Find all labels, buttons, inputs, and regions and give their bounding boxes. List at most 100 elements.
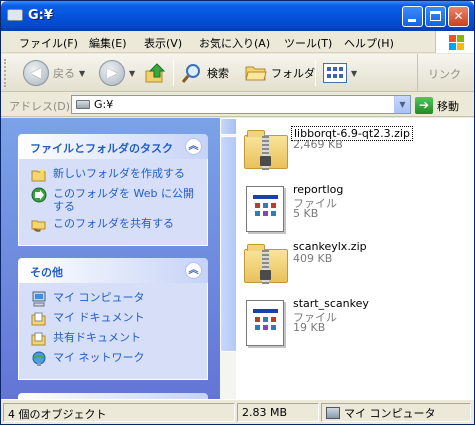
close-button[interactable]: ✕ xyxy=(448,6,469,27)
file-icon xyxy=(244,300,288,346)
place-my-network-label: マイ ネットワーク xyxy=(53,351,145,364)
scroll-thumb[interactable] xyxy=(220,136,237,352)
file-item[interactable]: scankeylx.zip 409 KB xyxy=(241,239,451,295)
menu-view[interactable]: 表示(V) xyxy=(144,35,182,51)
views-icon xyxy=(323,63,347,83)
go-button[interactable]: ➔ 移動 xyxy=(415,96,459,115)
place-my-documents[interactable]: マイ ドキュメント xyxy=(31,311,197,327)
toolbar-grip[interactable] xyxy=(4,59,7,87)
task-pane-scrollbar[interactable] xyxy=(220,118,237,399)
other-places-header[interactable]: その他 ︽ xyxy=(18,258,208,283)
close-icon: ✕ xyxy=(453,9,464,23)
chevron-up-icon: ︽ xyxy=(188,265,199,276)
task-publish-web[interactable]: このフォルダを Web に公開する xyxy=(31,187,197,213)
forward-button[interactable]: ▶ ▼ xyxy=(99,59,135,87)
globe-icon xyxy=(31,187,47,203)
status-location: マイ コンピュータ xyxy=(321,403,471,422)
status-object-count: 4 個のオブジェクト xyxy=(3,403,235,422)
back-button[interactable]: ◀ 戻る ▼ xyxy=(23,59,85,87)
chevron-down-icon: ▼ xyxy=(399,100,406,109)
other-places-panel: その他 ︽ マイ コンピュータ マイ ドキュメント 共有ドキュメント マイ ネッ… xyxy=(18,258,208,380)
file-size: 409 KB xyxy=(293,252,333,265)
task-new-folder-label: 新しいフォルダを作成する xyxy=(53,167,185,180)
menu-file[interactable]: ファイル(F) xyxy=(19,35,78,51)
place-my-computer-label: マイ コンピュータ xyxy=(53,291,145,304)
back-label: 戻る xyxy=(53,67,75,80)
address-dropdown-button[interactable]: ▼ xyxy=(394,96,410,113)
shared-documents-icon xyxy=(31,331,47,347)
drive-icon xyxy=(7,9,23,21)
file-folder-tasks-body: 新しいフォルダを作成する このフォルダを Web に公開する このフォルダを共有… xyxy=(18,159,208,246)
my-documents-icon xyxy=(31,311,47,327)
chevron-up-icon: ︽ xyxy=(188,141,199,152)
go-arrow-icon: ➔ xyxy=(415,97,433,114)
up-folder-icon xyxy=(145,62,167,84)
my-computer-icon xyxy=(326,406,340,419)
menu-help[interactable]: ヘルプ(H) xyxy=(344,35,394,51)
up-folder-button[interactable] xyxy=(145,60,167,86)
folders-label: フォルダ xyxy=(271,67,315,80)
toolbar-separator xyxy=(173,60,174,86)
share-folder-icon xyxy=(31,217,47,233)
new-folder-icon xyxy=(31,167,47,183)
task-new-folder[interactable]: 新しいフォルダを作成する xyxy=(31,167,197,183)
maximize-button[interactable] xyxy=(425,6,446,27)
back-dropdown-icon[interactable]: ▼ xyxy=(79,69,85,78)
links-label: リンク xyxy=(428,68,461,81)
zip-folder-icon xyxy=(244,129,288,173)
collapse-button[interactable]: ︽ xyxy=(185,262,202,279)
title-bar[interactable]: G:¥ ✕ xyxy=(1,1,474,31)
window-title: G:¥ xyxy=(28,8,53,23)
other-places-title: その他 xyxy=(30,266,63,279)
file-list: libborqt-6.9-qt2.3.zip 2,469 KB reportlo… xyxy=(236,118,474,399)
address-input[interactable]: G:¥ ▼ xyxy=(71,95,411,114)
status-location-label: マイ コンピュータ xyxy=(344,406,436,420)
file-item[interactable]: reportlog ファイル 5 KB xyxy=(241,182,451,238)
folders-button[interactable]: フォルダ xyxy=(245,60,315,86)
place-shared-documents[interactable]: 共有ドキュメント xyxy=(31,331,197,347)
task-pane: ファイルとフォルダのタスク ︽ 新しいフォルダを作成する このフォルダを Web… xyxy=(1,118,236,399)
file-folder-tasks-header[interactable]: ファイルとフォルダのタスク ︽ xyxy=(18,134,208,159)
place-my-computer[interactable]: マイ コンピュータ xyxy=(31,291,197,307)
explorer-window: G:¥ ✕ ファイル(F) 編集(E) 表示(V) お気に入り(A) ツール(T… xyxy=(0,0,475,425)
file-icon xyxy=(244,186,288,232)
place-my-documents-label: マイ ドキュメント xyxy=(53,311,145,324)
file-folder-tasks-title: ファイルとフォルダのタスク xyxy=(30,142,173,155)
menu-favorites[interactable]: お気に入り(A) xyxy=(199,35,270,51)
scroll-up-button[interactable] xyxy=(220,118,237,135)
toolbar-separator xyxy=(315,60,316,86)
go-label: 移動 xyxy=(437,99,459,113)
status-size: 2.83 MB xyxy=(237,403,319,422)
task-share-folder[interactable]: このフォルダを共有する xyxy=(31,217,197,233)
task-publish-web-label: このフォルダを Web に公開する xyxy=(53,187,194,213)
views-button[interactable]: ▼ xyxy=(323,60,357,86)
file-item[interactable]: libborqt-6.9-qt2.3.zip 2,469 KB xyxy=(241,125,451,181)
drive-icon xyxy=(76,100,90,109)
place-my-network[interactable]: マイ ネットワーク xyxy=(31,351,197,367)
search-icon xyxy=(181,62,203,84)
menu-edit[interactable]: 編集(E) xyxy=(89,35,127,51)
back-arrow-icon: ◀ xyxy=(23,60,49,86)
menu-bar: ファイル(F) 編集(E) 表示(V) お気に入り(A) ツール(T) ヘルプ(… xyxy=(1,31,474,53)
windows-logo-icon xyxy=(435,31,474,53)
links-bar[interactable]: リンク xyxy=(417,54,474,92)
forward-dropdown-icon[interactable]: ▼ xyxy=(129,69,135,78)
address-value[interactable]: G:¥ xyxy=(94,98,113,111)
file-item[interactable]: start_scankey ファイル 19 KB xyxy=(241,296,451,352)
file-size: 5 KB xyxy=(293,207,319,220)
minimize-button[interactable] xyxy=(402,6,423,27)
my-computer-icon xyxy=(31,291,47,307)
zip-folder-icon xyxy=(244,243,288,287)
file-folder-tasks-panel: ファイルとフォルダのタスク ︽ 新しいフォルダを作成する このフォルダを Web… xyxy=(18,134,208,246)
task-share-folder-label: このフォルダを共有する xyxy=(53,217,174,230)
place-shared-documents-label: 共有ドキュメント xyxy=(53,331,141,344)
menu-tools[interactable]: ツール(T) xyxy=(284,35,332,51)
file-size: 2,469 KB xyxy=(293,138,343,151)
collapse-button[interactable]: ︽ xyxy=(185,138,202,155)
search-button[interactable]: 検索 xyxy=(181,60,229,86)
search-label: 検索 xyxy=(207,67,229,80)
address-label: アドレス(D) xyxy=(9,100,71,113)
views-dropdown-icon[interactable]: ▼ xyxy=(351,69,357,78)
other-places-body: マイ コンピュータ マイ ドキュメント 共有ドキュメント マイ ネットワーク xyxy=(18,283,208,380)
forward-arrow-icon: ▶ xyxy=(99,60,125,86)
